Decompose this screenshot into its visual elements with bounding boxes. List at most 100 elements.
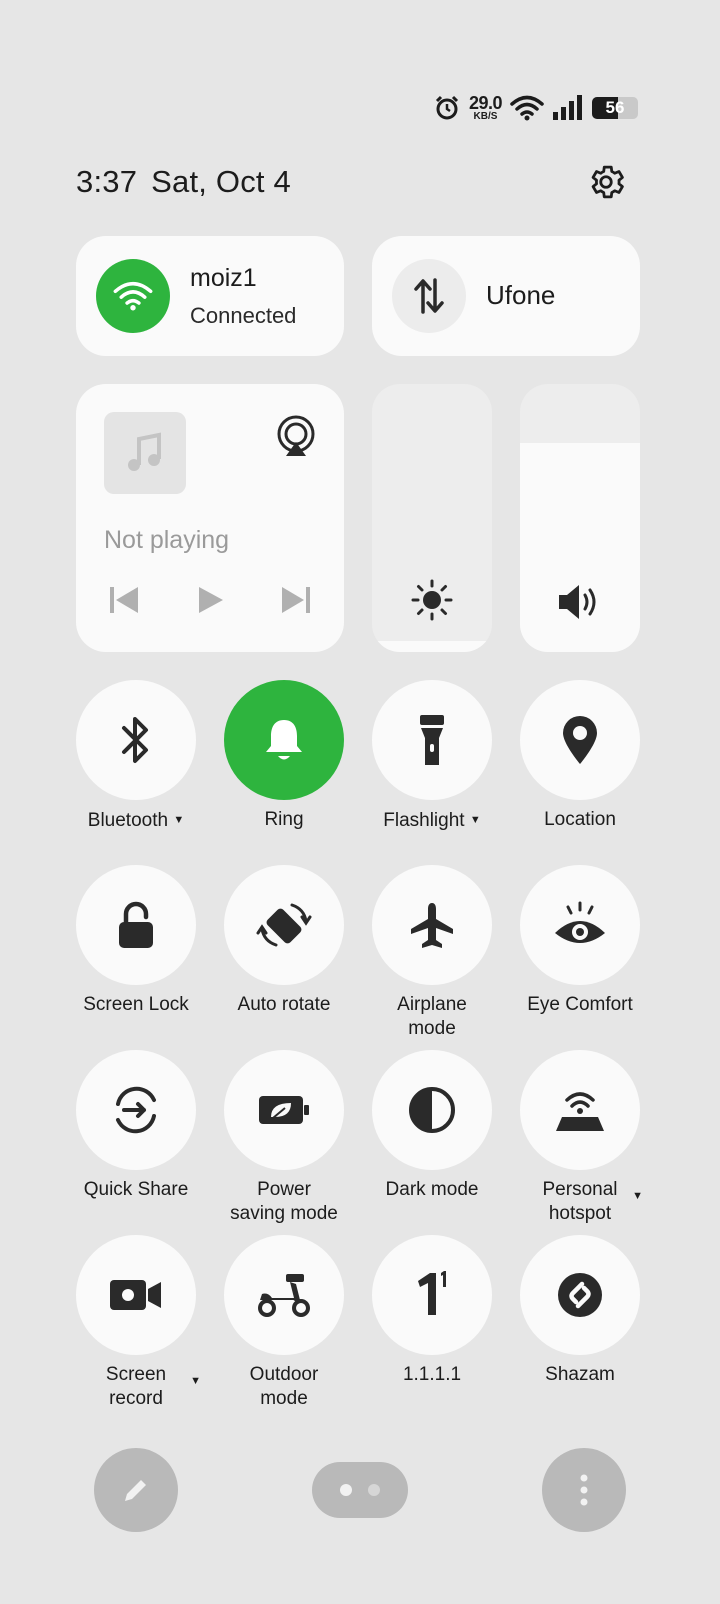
tile-label-line-1: Outdoor — [249, 1364, 319, 1385]
carrier-name: Ufone — [486, 280, 556, 310]
location-icon — [563, 716, 597, 764]
brightness-fill — [372, 641, 492, 652]
volume-slider[interactable] — [520, 384, 640, 652]
tile-shazam[interactable]: Shazam — [515, 1235, 645, 1387]
tile-label: Location — [544, 809, 616, 830]
wifi-toggle[interactable] — [96, 259, 170, 333]
battery-icon: 56 — [592, 97, 638, 119]
network-speed-value: 29.0 — [468, 93, 503, 113]
tile-personal-hotspot[interactable]: Personal hotspot ▼ — [515, 1050, 645, 1226]
battery-level: 56 — [605, 98, 625, 117]
airplane-mode-toggle[interactable] — [372, 865, 492, 985]
airplane-icon — [411, 903, 453, 948]
auto-rotate-icon — [256, 903, 312, 947]
bluetooth-toggle[interactable] — [76, 680, 196, 800]
screen-record-icon — [110, 1280, 161, 1310]
tile-screen-lock[interactable]: Screen Lock — [71, 865, 201, 1017]
mobile-data-card[interactable]: Ufone — [372, 236, 640, 356]
eye-comfort-toggle[interactable] — [520, 865, 640, 985]
skip-next-icon — [282, 587, 310, 613]
tile-dark-mode[interactable]: Dark mode — [367, 1050, 497, 1202]
edit-tiles-button[interactable] — [94, 1448, 178, 1532]
hotspot-toggle[interactable] — [520, 1050, 640, 1170]
tile-auto-rotate[interactable]: Auto rotate — [219, 865, 349, 1017]
eye-icon — [555, 901, 605, 943]
tile-screen-record[interactable]: Screen record ▼ — [71, 1235, 201, 1411]
tile-label: Shazam — [545, 1364, 615, 1385]
tile-label-line-2: record — [109, 1388, 163, 1409]
power-saving-toggle[interactable] — [224, 1050, 344, 1170]
page-dot[interactable] — [368, 1484, 380, 1496]
tile-label: Dark mode — [385, 1179, 479, 1200]
cellular-signal-icon — [552, 95, 584, 121]
location-toggle[interactable] — [520, 680, 640, 800]
tile-airplane-mode[interactable]: Airplane mode — [367, 865, 497, 1041]
wifi-status: Connected — [190, 303, 297, 328]
next-button[interactable] — [276, 580, 316, 620]
dropdown-caret-icon[interactable]: ▼ — [173, 814, 184, 826]
dark-mode-toggle[interactable] — [372, 1050, 492, 1170]
lock-icon — [119, 901, 153, 948]
cast-button[interactable] — [274, 414, 318, 463]
shazam-icon — [558, 1273, 602, 1317]
quick-share-icon — [116, 1086, 156, 1134]
dropdown-caret-icon[interactable]: ▼ — [190, 1369, 201, 1393]
pencil-icon — [125, 1480, 146, 1501]
network-speed-unit: KB/S — [473, 111, 498, 122]
auto-rotate-toggle[interactable] — [224, 865, 344, 985]
wifi-signal-icon — [510, 95, 544, 121]
screen-lock-toggle[interactable] — [76, 865, 196, 985]
data-transfer-icon — [414, 278, 444, 314]
tile-1111[interactable]: 1.1.1.1 — [367, 1235, 497, 1387]
page-dot-active[interactable] — [340, 1484, 352, 1496]
more-options-button[interactable] — [542, 1448, 626, 1532]
tile-flashlight[interactable]: Flashlight ▼ — [367, 680, 497, 833]
media-status: Not playing — [104, 526, 230, 554]
tile-outdoor-mode[interactable]: Outdoor mode — [219, 1235, 349, 1411]
media-player-card[interactable]: Not playing — [76, 384, 344, 652]
tile-label-line-1: Airplane — [397, 994, 467, 1015]
warp-toggle[interactable] — [372, 1235, 492, 1355]
previous-button[interactable] — [104, 580, 144, 620]
brightness-slider[interactable] — [372, 384, 492, 652]
play-button[interactable] — [190, 580, 230, 620]
tile-label: Flashlight — [383, 810, 465, 831]
wifi-card[interactable]: moiz1 Connected — [76, 236, 344, 356]
sun-icon — [411, 579, 453, 621]
dropdown-caret-icon[interactable]: ▼ — [632, 1184, 643, 1208]
quick-share-toggle[interactable] — [76, 1050, 196, 1170]
tile-label: Auto rotate — [237, 994, 331, 1015]
screen-record-toggle[interactable] — [76, 1235, 196, 1355]
dropdown-caret-icon[interactable]: ▼ — [470, 814, 481, 826]
tile-location[interactable]: Location — [515, 680, 645, 832]
tile-label-line-2: hotspot — [548, 1203, 612, 1224]
tile-label: Bluetooth — [87, 810, 169, 831]
date-time: 3:37 Sat, Oct 4 — [76, 164, 291, 200]
page-indicator[interactable] — [312, 1462, 408, 1518]
scooter-icon — [258, 1274, 310, 1317]
tile-eye-comfort[interactable]: Eye Comfort — [515, 865, 645, 1017]
tile-label: Ring — [264, 809, 304, 830]
tile-power-saving-mode[interactable]: Power saving mode — [219, 1050, 349, 1226]
tile-quick-share[interactable]: Quick Share — [71, 1050, 201, 1202]
mobile-data-toggle[interactable] — [392, 259, 466, 333]
outdoor-mode-toggle[interactable] — [224, 1235, 344, 1355]
settings-button[interactable] — [584, 160, 628, 204]
status-bar: 29.0 KB/S 56 — [433, 90, 638, 126]
bell-icon — [266, 720, 302, 760]
shazam-toggle[interactable] — [520, 1235, 640, 1355]
tile-label: Quick Share — [83, 1179, 189, 1200]
play-icon — [199, 587, 223, 613]
tile-label-line-1: Screen — [105, 1364, 167, 1385]
ring-toggle[interactable] — [224, 680, 344, 800]
volume-icon — [559, 585, 596, 619]
flashlight-toggle[interactable] — [372, 680, 492, 800]
tile-label-line-2: mode — [408, 1018, 456, 1039]
tile-label-line-1: Personal — [542, 1179, 618, 1200]
network-speed: 29.0 KB/S — [468, 93, 503, 122]
hotspot-icon — [556, 1092, 604, 1131]
tile-label-line-2: mode — [260, 1388, 308, 1409]
tile-ring[interactable]: Ring — [219, 680, 349, 832]
cast-icon — [277, 415, 315, 456]
tile-bluetooth[interactable]: Bluetooth ▼ — [71, 680, 201, 833]
